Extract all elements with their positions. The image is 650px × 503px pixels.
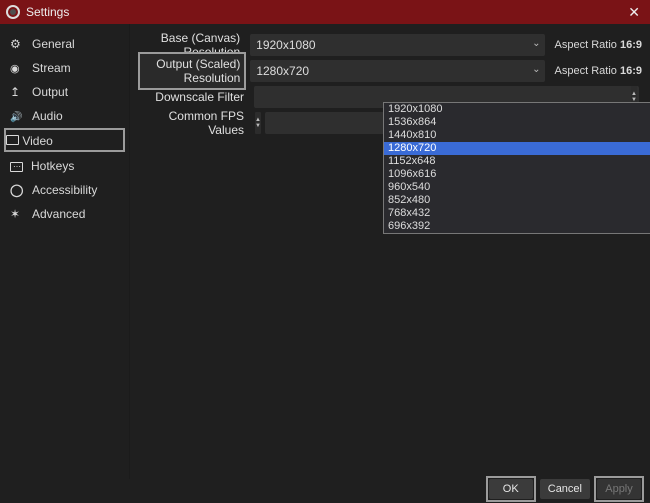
resolution-option[interactable]: 1920x1080 bbox=[384, 103, 650, 116]
resolution-option[interactable]: 960x540 bbox=[384, 181, 650, 194]
window-title: Settings bbox=[26, 5, 69, 19]
output-resolution-value: 1280x720 bbox=[256, 64, 309, 78]
chevron-down-icon: ⌄ bbox=[532, 64, 540, 75]
output-resolution-dropdown[interactable]: 1920x10801536x8641440x8101280x7201152x64… bbox=[383, 102, 650, 234]
apply-button[interactable]: Apply bbox=[597, 479, 641, 499]
accessibility-icon bbox=[10, 183, 24, 197]
ok-button[interactable]: OK bbox=[489, 479, 533, 499]
sidebar-item-general[interactable]: General bbox=[0, 32, 129, 56]
sidebar-item-label: Output bbox=[32, 85, 68, 99]
base-resolution-combo[interactable]: 1920x1080 ⌄ bbox=[250, 34, 544, 56]
cancel-button[interactable]: Cancel bbox=[540, 479, 590, 499]
close-icon[interactable]: ✕ bbox=[624, 4, 644, 21]
downscale-filter-label: Downscale Filter bbox=[138, 90, 250, 104]
resolution-option[interactable]: 696x392 bbox=[384, 220, 650, 233]
titlebar: Settings ✕ bbox=[0, 0, 650, 24]
sidebar-item-stream[interactable]: Stream bbox=[0, 56, 129, 80]
resolution-option[interactable]: 1440x810 bbox=[384, 129, 650, 142]
sidebar-item-hotkeys[interactable]: Hotkeys bbox=[0, 154, 129, 178]
resolution-option[interactable]: 768x432 bbox=[384, 207, 650, 220]
sidebar-item-label: Hotkeys bbox=[31, 159, 74, 173]
sidebar-item-advanced[interactable]: Advanced bbox=[0, 202, 129, 226]
sidebar-item-accessibility[interactable]: Accessibility bbox=[0, 178, 129, 202]
output-resolution-label: Output (Scaled) Resolution bbox=[138, 52, 246, 90]
gear-icon bbox=[10, 37, 24, 51]
sidebar-item-output[interactable]: Output bbox=[0, 80, 129, 104]
sidebar: General Stream Output Audio Video Hotkey… bbox=[0, 24, 130, 479]
app-icon bbox=[6, 5, 20, 19]
resolution-option[interactable]: 1152x648 bbox=[384, 155, 650, 168]
ok-button-highlight: OK bbox=[486, 476, 536, 502]
video-icon bbox=[6, 135, 19, 145]
hotkeys-icon bbox=[10, 162, 23, 172]
sidebar-item-label: Video bbox=[22, 134, 52, 148]
chevron-down-icon: ⌄ bbox=[532, 38, 540, 49]
resolution-option[interactable]: 852x480 bbox=[384, 194, 650, 207]
fps-label: Common FPS Values bbox=[138, 109, 250, 137]
stream-icon bbox=[10, 61, 24, 75]
sidebar-item-label: General bbox=[32, 37, 75, 51]
sidebar-item-label: Accessibility bbox=[32, 183, 97, 197]
base-resolution-value: 1920x1080 bbox=[256, 38, 315, 52]
sidebar-item-video[interactable]: Video bbox=[4, 128, 125, 152]
audio-icon bbox=[10, 109, 24, 123]
sidebar-item-label: Stream bbox=[32, 61, 71, 75]
output-icon bbox=[10, 85, 24, 99]
resolution-option[interactable]: 1096x616 bbox=[384, 168, 650, 181]
apply-button-highlight: Apply bbox=[594, 476, 644, 502]
fps-mode-spinner[interactable]: ▲▼ bbox=[255, 112, 261, 134]
video-settings-panel: Base (Canvas) Resolution 1920x1080 ⌄ Asp… bbox=[130, 24, 650, 479]
output-aspect-ratio: Aspect Ratio 16:9 bbox=[555, 65, 642, 77]
sidebar-item-audio[interactable]: Audio bbox=[0, 104, 129, 128]
dialog-footer: OK Cancel Apply bbox=[0, 479, 650, 503]
resolution-option[interactable]: 1280x720 bbox=[384, 142, 650, 155]
sidebar-item-label: Advanced bbox=[32, 207, 85, 221]
output-resolution-combo[interactable]: 1280x720 ⌄ bbox=[250, 60, 544, 82]
advanced-icon bbox=[10, 207, 24, 221]
resolution-option[interactable]: 1536x864 bbox=[384, 116, 650, 129]
base-aspect-ratio: Aspect Ratio 16:9 bbox=[555, 39, 642, 51]
sidebar-item-label: Audio bbox=[32, 109, 63, 123]
